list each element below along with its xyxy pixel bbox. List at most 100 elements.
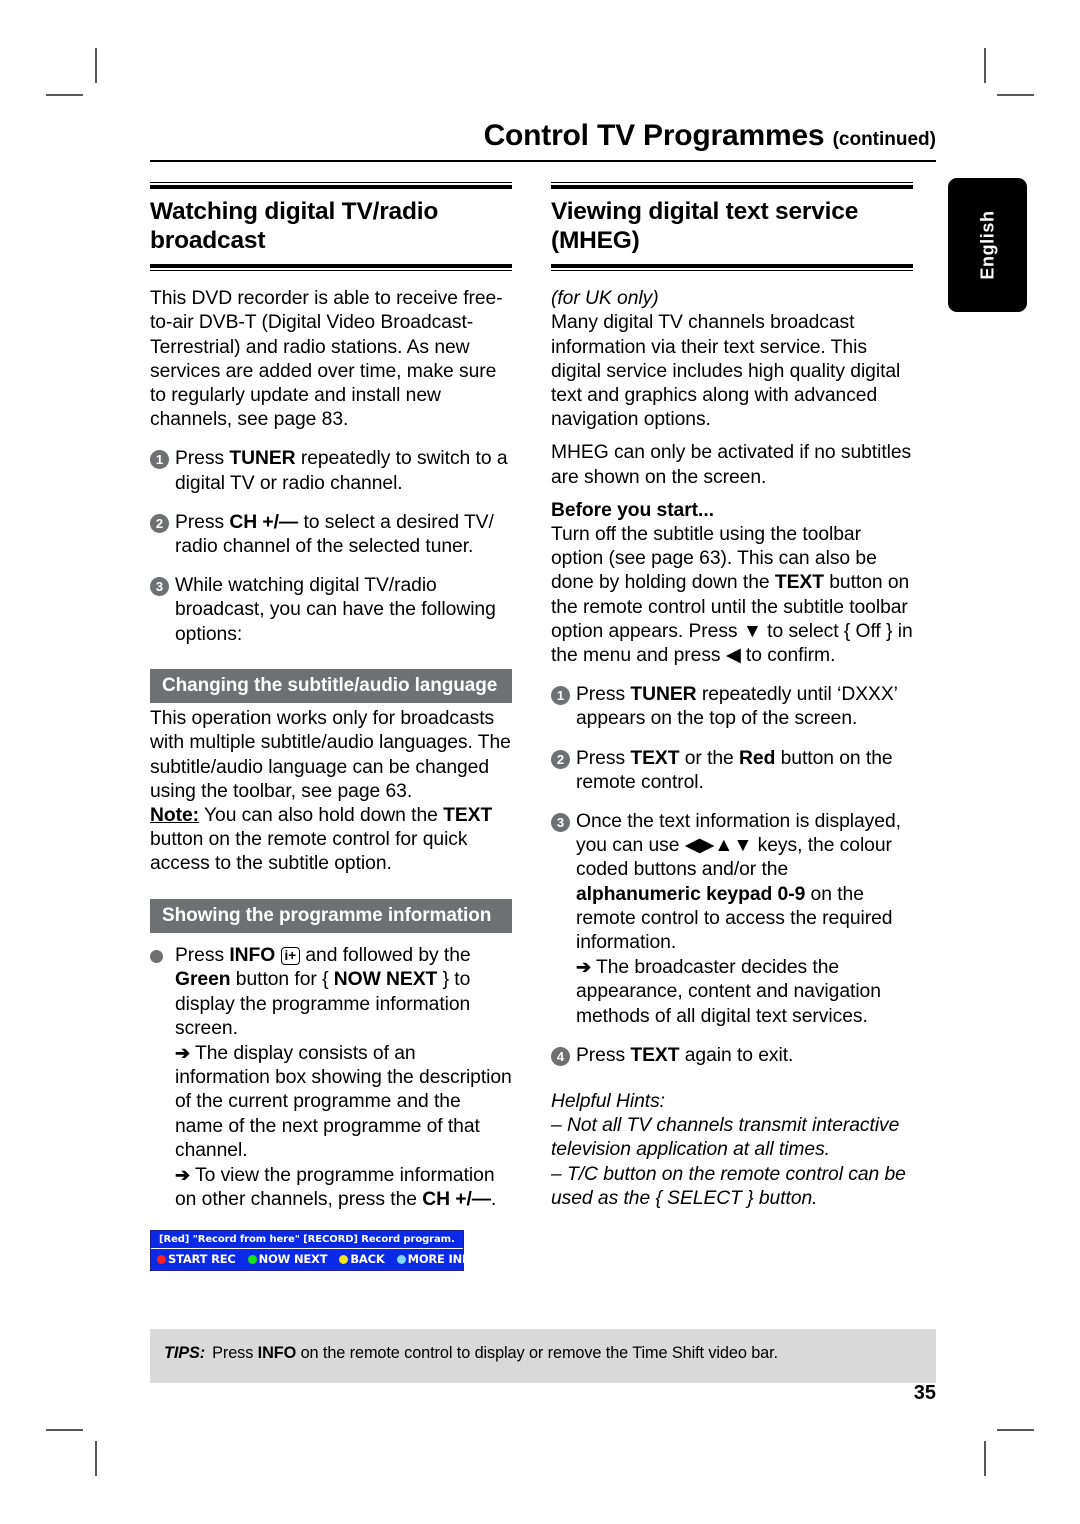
step-number: 4: [551, 1046, 570, 1066]
crop-mark-top-left-vertical: [95, 48, 97, 83]
osd-button-label: NOW NEXT: [258, 1252, 328, 1267]
step-number: 2: [551, 749, 570, 769]
tips-pre: Press: [212, 1344, 258, 1362]
crop-mark-bottom-right-vertical: [984, 1441, 986, 1476]
subsection-bar-programme-info: Showing the programme information: [150, 898, 512, 934]
bullet-pre: Press: [175, 945, 230, 967]
crop-mark-top-right-vertical: [984, 48, 986, 83]
step-text-post: again to exit.: [679, 1044, 794, 1066]
step-text: While watching digital TV/radio broadcas…: [175, 574, 512, 647]
step-text: Press TEXT or the Red button on the remo…: [576, 747, 913, 795]
arrow-right-icon: ➔: [175, 1164, 191, 1185]
left-step-1: 1 Press TUNER repeatedly to switch to a …: [150, 447, 512, 495]
arrow-2-bold: CH +/—: [422, 1189, 492, 1211]
step-number: 3: [551, 812, 570, 832]
helpful-hints-title: Helpful Hints:: [551, 1090, 665, 1112]
step-text-bold: TUNER: [630, 684, 697, 706]
osd-button-label: BACK: [350, 1252, 385, 1267]
step-number: 1: [150, 450, 169, 470]
helpful-hint-2: – T/C button on the remote control can b…: [551, 1163, 906, 1209]
osd-button-back: BACK: [339, 1252, 385, 1267]
step-text-bold: TEXT: [630, 747, 680, 769]
left-section-heading: Watching digital TV/radio broadcast: [150, 197, 439, 254]
subsection-bar-subtitle-audio: Changing the subtitle/audio language: [150, 668, 512, 704]
step-text: Press TUNER repeatedly to switch to a di…: [175, 447, 512, 495]
programme-info-bullet-body: Press INFO i+ and followed by the Green …: [175, 944, 512, 1212]
info-button-label: INFO: [229, 945, 276, 967]
language-thumb-tab: English: [948, 178, 1027, 312]
subtitle-audio-paragraph: This operation works only for broadcasts…: [150, 708, 511, 802]
osd-button-start-rec: START REC: [157, 1252, 236, 1266]
page-title: Control TV Programmes (continued): [150, 120, 936, 158]
tips-footer: TIPS: Press INFO on the remote control to…: [150, 1329, 936, 1383]
crop-mark-bottom-left-vertical: [95, 1441, 97, 1476]
step-text-bold: TEXT: [630, 1044, 680, 1066]
page-title-continued: (continued): [832, 129, 936, 150]
programme-info-arrow-2: ➔ To view the programme information on o…: [175, 1163, 512, 1212]
step-text-mid: or the: [679, 747, 740, 769]
step-number: 2: [150, 513, 169, 533]
step-text: Once the text information is displayed, …: [576, 810, 913, 1029]
step-text-bold: CH +/—: [229, 511, 299, 533]
helpful-hint-1: – Not all TV channels transmit interacti…: [551, 1115, 900, 1161]
right-step-4: 4 Press TEXT again to exit.: [551, 1044, 913, 1068]
step-text-pre: Press: [175, 511, 230, 533]
right-step-3-arrow: ➔ The broadcaster decides the appearance…: [576, 955, 913, 1029]
right-paragraph-2: MHEG can only be activated if no subtitl…: [551, 442, 912, 488]
subtitle-audio-note: Note: You can also hold down the TEXT bu…: [150, 804, 512, 877]
right-column: Viewing digital text service (MHEG) (for…: [551, 181, 913, 1272]
step-text-bold: TUNER: [229, 448, 296, 470]
programme-info-arrow-1: ➔ The display consists of an information…: [175, 1041, 512, 1163]
crop-mark-bottom-left-horizontal: [46, 1429, 83, 1431]
right-heading-rule-top: [551, 181, 913, 189]
step-text-pre: Press: [576, 684, 631, 706]
osd-button-now-next: NOW NEXT: [247, 1252, 328, 1267]
page-title-text: Control TV Programmes: [483, 119, 825, 152]
tips-info-label: INFO: [257, 1344, 297, 1362]
crop-mark-top-left-horizontal: [46, 94, 83, 96]
language-thumb-tab-label: English: [977, 210, 997, 280]
now-next-label: NOW NEXT: [333, 969, 438, 991]
left-step-3: 3 While watching digital TV/radio broadc…: [150, 574, 512, 647]
step-text-pre: Press: [175, 448, 230, 470]
arrow-2-post: .: [491, 1189, 497, 1211]
bullet-mid: and followed by the: [300, 945, 471, 967]
step-text: Press TEXT again to exit.: [576, 1044, 913, 1068]
red-button-label: Red: [739, 747, 776, 769]
left-heading-rule-top: [150, 181, 512, 189]
crop-mark-top-right-horizontal: [997, 94, 1034, 96]
right-step-3: 3 Once the text information is displayed…: [551, 810, 913, 1029]
left-heading-rule-bottom: [150, 263, 512, 272]
osd-button-label: START REC: [168, 1252, 236, 1267]
step-text-pre: Press: [576, 747, 631, 769]
step-text: Press CH +/— to select a desired TV/ rad…: [175, 511, 512, 559]
osd-button-label: MORE INFO: [407, 1252, 480, 1267]
left-column: Watching digital TV/radio broadcast This…: [150, 181, 512, 1272]
step-text-post: While watching digital TV/radio broadcas…: [175, 575, 496, 645]
osd-button-more-info: MORE INFO: [396, 1252, 480, 1267]
keypad-label: alphanumeric keypad 0-9: [576, 883, 806, 905]
step-text-pre: Press: [576, 1044, 631, 1066]
page-content: Control TV Programmes (continued) Watchi…: [150, 120, 936, 1272]
info-plus-icon: i+: [280, 947, 301, 966]
green-button-label: Green: [175, 969, 231, 991]
right-step-2: 2 Press TEXT or the Red button on the re…: [551, 747, 913, 795]
before-you-start-heading: Before you start...: [551, 499, 714, 521]
cyan-dot-icon: [396, 1254, 406, 1264]
step-number: 3: [150, 577, 169, 597]
arrow-right-icon: ➔: [576, 957, 592, 978]
osd-colour-buttons: START REC NOW NEXT BACK MORE INFO: [151, 1249, 479, 1270]
arrow-1-text: The display consists of an information b…: [175, 1042, 512, 1161]
right-paragraph-1: Many digital TV channels broadcast infor…: [551, 312, 901, 431]
yellow-dot-icon: [339, 1254, 349, 1264]
bullet-dot-icon: [150, 950, 163, 964]
red-dot-icon: [157, 1254, 166, 1264]
crop-mark-bottom-right-horizontal: [997, 1429, 1034, 1431]
right-heading-rule-bottom: [551, 263, 913, 272]
two-column-body: Watching digital TV/radio broadcast This…: [150, 181, 936, 1272]
before-you-start-paragraph: Turn off the subtitle using the toolbar …: [551, 523, 913, 668]
tips-label: TIPS:: [164, 1344, 206, 1362]
tips-post: on the remote control to display or remo…: [296, 1344, 778, 1362]
text-button-label: TEXT: [774, 572, 824, 594]
arrow-text: The broadcaster decides the appearance, …: [576, 957, 881, 1027]
